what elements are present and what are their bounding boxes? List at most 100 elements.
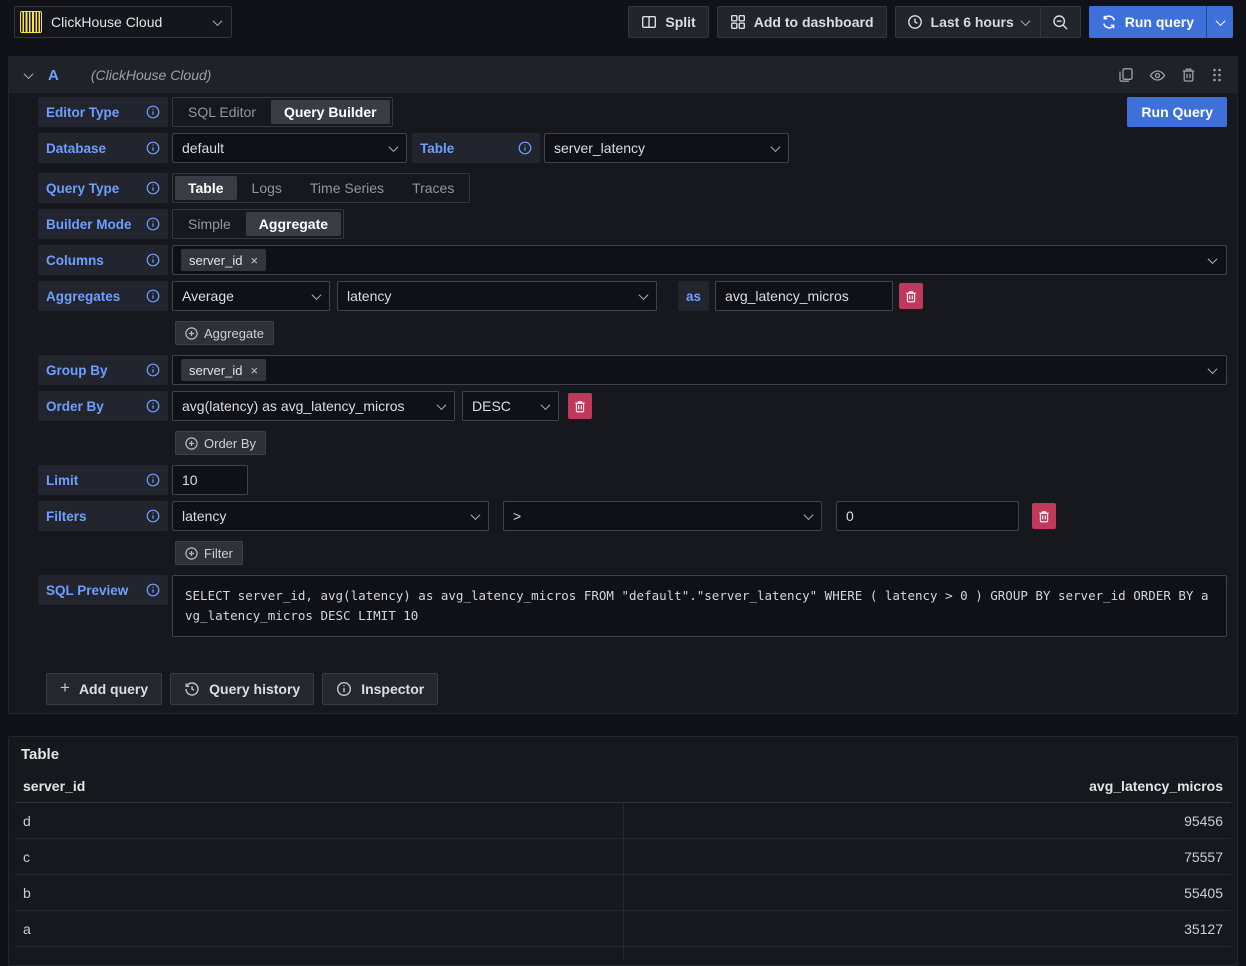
add-order-by-button[interactable]: Order By — [175, 431, 266, 455]
builder-mode-label: Builder Mode — [38, 209, 168, 239]
datasource-name: ClickHouse Cloud — [51, 14, 205, 30]
results-table-panel: Table server_id avg_latency_micros d 954… — [8, 736, 1238, 966]
plus-circle-icon — [185, 327, 198, 340]
run-query-split-button: Run query — [1089, 6, 1233, 38]
aggregate-column-select[interactable]: latency — [337, 281, 657, 311]
builder-mode-aggregate[interactable]: Aggregate — [246, 212, 341, 236]
run-query-button[interactable]: Run query — [1089, 6, 1206, 38]
group-by-chip-server-id: server_id × — [181, 359, 266, 381]
column-header-avg-latency-micros[interactable]: avg_latency_micros — [623, 778, 1231, 794]
table-header-row: server_id avg_latency_micros — [15, 769, 1231, 803]
drag-handle-icon[interactable] — [1211, 67, 1223, 83]
order-by-field-select[interactable]: avg(latency) as avg_latency_micros — [172, 391, 455, 421]
table-row[interactable]: d 95456 — [15, 803, 1231, 839]
query-type-traces[interactable]: Traces — [399, 176, 467, 200]
query-type-time-series[interactable]: Time Series — [297, 176, 397, 200]
trash-icon — [1038, 510, 1050, 523]
explore-toolbar: ClickHouse Cloud Split Add to dashboard … — [0, 0, 1246, 44]
info-icon[interactable] — [146, 473, 160, 487]
aggregate-function-select[interactable]: Average — [172, 281, 330, 311]
table-row[interactable]: a 35127 — [15, 911, 1231, 947]
duplicate-icon[interactable] — [1118, 67, 1134, 83]
filter-column-select[interactable]: latency — [172, 501, 489, 531]
zoom-out-button[interactable] — [1040, 7, 1080, 37]
table-row[interactable]: c 75557 — [15, 839, 1231, 875]
table-select[interactable]: server_latency — [544, 133, 789, 163]
remove-aggregate-button[interactable] — [899, 283, 923, 309]
chevron-down-icon — [471, 510, 481, 520]
database-select[interactable]: default — [172, 133, 407, 163]
columns-multiselect[interactable]: server_id × — [172, 245, 1227, 275]
remove-filter-button[interactable] — [1032, 503, 1056, 529]
toolbar-actions: Split Add to dashboard Last 6 hours Run … — [628, 6, 1233, 38]
results-table: server_id avg_latency_micros d 95456 c 7… — [15, 769, 1231, 959]
run-query-options-caret[interactable] — [1206, 6, 1233, 38]
chevron-down-icon — [541, 400, 551, 410]
filter-value-input[interactable] — [836, 501, 1019, 531]
chevron-down-icon — [312, 290, 322, 300]
info-circle-icon — [336, 681, 352, 697]
query-type-table[interactable]: Table — [175, 176, 237, 200]
table-label: Table — [412, 133, 540, 163]
remove-order-by-button[interactable] — [568, 393, 592, 419]
add-aggregate-button[interactable]: Aggregate — [175, 321, 274, 345]
limit-input[interactable] — [172, 465, 248, 495]
column-header-server-id[interactable]: server_id — [15, 778, 623, 794]
group-by-multiselect[interactable]: server_id × — [172, 355, 1227, 385]
add-to-dashboard-button[interactable]: Add to dashboard — [717, 6, 887, 38]
table-tail-spacer — [15, 947, 1231, 959]
query-row-header[interactable]: A (ClickHouse Cloud) — [9, 57, 1237, 93]
datasource-picker[interactable]: ClickHouse Cloud — [14, 6, 232, 38]
aggregate-alias-input[interactable] — [715, 281, 893, 311]
query-history-button[interactable]: Query history — [170, 673, 314, 705]
query-type-logs[interactable]: Logs — [239, 176, 295, 200]
filters-label: Filters — [38, 501, 168, 531]
info-icon[interactable] — [146, 583, 160, 597]
query-ref-id[interactable]: A — [48, 67, 59, 84]
editor-type-label: Editor Type — [38, 97, 168, 127]
info-icon[interactable] — [146, 363, 160, 377]
trash-icon[interactable] — [1181, 67, 1196, 83]
chevron-down-icon — [1208, 364, 1218, 374]
info-icon[interactable] — [146, 217, 160, 231]
chevron-down-icon — [639, 290, 649, 300]
info-icon[interactable] — [146, 289, 160, 303]
eye-icon[interactable] — [1149, 67, 1166, 84]
order-by-label: Order By — [38, 391, 168, 421]
info-icon[interactable] — [146, 181, 160, 195]
query-editor-footer: + Add query Query history Inspector — [38, 643, 1227, 713]
chevron-down-icon — [437, 400, 447, 410]
builder-mode-simple[interactable]: Simple — [175, 212, 244, 236]
sql-preview-code[interactable]: SELECT server_id, avg(latency) as avg_la… — [172, 575, 1227, 637]
limit-label: Limit — [38, 465, 168, 495]
inspector-button[interactable]: Inspector — [322, 673, 438, 705]
split-button[interactable]: Split — [628, 6, 708, 38]
info-icon[interactable] — [518, 141, 532, 155]
remove-chip-icon[interactable]: × — [250, 364, 258, 377]
info-icon[interactable] — [146, 141, 160, 155]
info-icon[interactable] — [146, 399, 160, 413]
add-filter-button[interactable]: Filter — [175, 541, 243, 565]
time-controls: Last 6 hours — [895, 6, 1081, 38]
sync-icon — [1101, 14, 1117, 30]
filter-operator-select[interactable]: > — [503, 501, 822, 531]
trash-icon — [905, 290, 917, 303]
table-row[interactable]: b 55405 — [15, 875, 1231, 911]
info-icon[interactable] — [146, 253, 160, 267]
info-icon[interactable] — [146, 105, 160, 119]
table-panel-title: Table — [9, 737, 1237, 769]
editor-type-sql-editor[interactable]: SQL Editor — [175, 100, 269, 124]
time-range-picker[interactable]: Last 6 hours — [896, 7, 1040, 37]
plus-icon: + — [60, 678, 70, 698]
run-query-panel-button[interactable]: Run Query — [1127, 97, 1227, 127]
remove-chip-icon[interactable]: × — [250, 254, 258, 267]
collapse-caret-icon[interactable] — [24, 69, 34, 79]
query-editor-panel: A (ClickHouse Cloud) Editor Type SQL Edi… — [8, 56, 1238, 714]
aggregates-label: Aggregates — [38, 281, 168, 311]
columns-label: Columns — [38, 245, 168, 275]
info-icon[interactable] — [146, 509, 160, 523]
clickhouse-logo-icon — [20, 11, 42, 33]
add-query-button[interactable]: + Add query — [46, 673, 162, 705]
order-by-direction-select[interactable]: DESC — [462, 391, 559, 421]
editor-type-query-builder[interactable]: Query Builder — [271, 100, 390, 124]
